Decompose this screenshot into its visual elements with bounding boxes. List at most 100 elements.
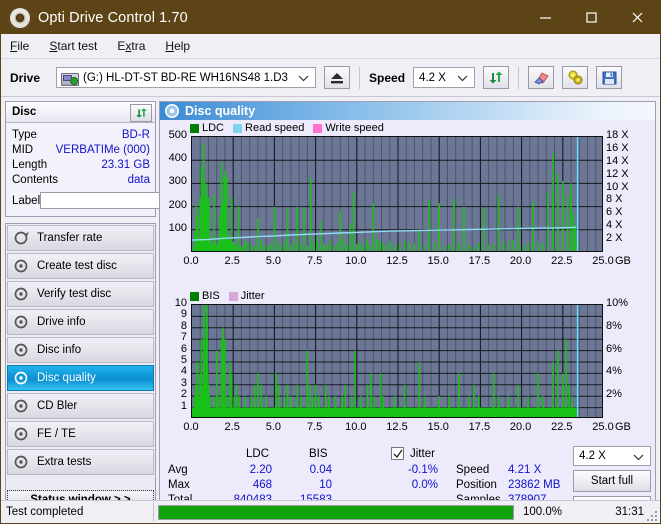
sidebar-item-cd-bler[interactable]: CD Bler [7,393,154,419]
jitter-value-2: 0.0% [400,479,438,491]
sidebar-item-label: Disc quality [37,372,96,384]
menu-extra[interactable]: Extra [117,39,145,53]
sidebar-item-label: FE / TE [37,428,76,440]
x-axis-tick: 17.5 [463,421,495,433]
right-axis-tick: 8 X [606,193,623,205]
disc-refresh-button[interactable] [130,104,152,122]
minimize-button[interactable] [522,1,568,34]
sidebar-item-verify-test-disc[interactable]: Verify test disc [7,281,154,307]
maximize-button[interactable] [568,1,614,34]
right-axis-tick: 8% [606,320,622,332]
speed-label: Speed [369,71,405,85]
disc-write-icon [14,259,30,273]
stats-avg-ldc: 2.20 [240,464,272,476]
jitter-checkbox[interactable] [391,447,404,460]
disc-test-icon [14,231,30,245]
sidebar-item-fe-te[interactable]: FE / TE [7,421,154,447]
disc-panel-title: Disc [12,106,36,118]
ldc-plot-area[interactable] [191,136,603,252]
panel-title: Disc quality [185,104,255,118]
sidebar-item-label: Transfer rate [37,232,102,244]
nav-spacer [7,477,154,488]
speed-select[interactable]: 4.2 X [413,67,475,88]
disc-label-row: Label [12,190,150,211]
menu-file[interactable]: FFileile [10,39,29,53]
speed-select-value: 4.2 X [419,72,446,84]
legend-swatch [190,124,199,133]
stats-header-bis: BIS [309,448,328,460]
x-axis-tick: 17.5 [463,255,495,267]
menu-help[interactable]: Help [165,39,190,53]
x-axis-tick: 22.5 [546,255,578,267]
resize-grip[interactable] [645,509,657,521]
sidebar-item-extra-tests[interactable]: Extra tests [7,449,154,475]
start-full-button[interactable]: Start full [573,470,651,492]
x-axis-tick: 15.0 [422,255,454,267]
x-axis-tick: 12.5 [381,255,413,267]
drive-select[interactable]: (G:) HL-DT-ST BD-RE WH16NS48 1.D3 [56,67,316,88]
erase-button[interactable] [528,66,554,89]
right-axis-tick: 2% [606,388,622,400]
disc-panel-header: Disc [6,102,155,123]
disc-label-key: Label [12,195,40,207]
close-button[interactable] [614,1,660,34]
y-axis-tick: 2 [160,388,187,400]
y-axis-tick: 7 [160,331,187,343]
eject-button[interactable] [324,66,350,89]
sidebar-item-disc-quality[interactable]: Disc quality [7,365,154,391]
position-stat-value: 23862 MB [508,479,560,491]
disc-info-icon [14,343,30,357]
tools-button[interactable] [562,66,588,89]
disc-row-contents: Contents data [12,172,150,187]
disc-row-type: Type BD-R [12,127,150,142]
sidebar-item-disc-info[interactable]: Disc info [7,337,154,363]
test-speed-select[interactable]: 4.2 X [573,446,651,466]
chevron-down-icon [633,452,644,464]
x-axis-tick: 7.5 [299,421,331,433]
bis-plot-area[interactable] [191,304,603,418]
cd-bler-icon [14,399,30,413]
right-axis-tick: 6% [606,343,622,355]
window-buttons [522,1,660,34]
disc-row-value: BD-R [122,129,150,141]
refresh-button[interactable] [483,66,509,89]
save-button[interactable] [596,66,622,89]
progress-bar [158,505,514,520]
disc-verify-icon [14,287,30,301]
stats-header-ldc: LDC [246,448,269,460]
menu-bar: FFileile Start test Extra Help [1,34,660,59]
stats-row-label-avg: Avg [168,464,188,476]
y-axis-tick: 400 [160,152,187,164]
legend-swatch [190,292,199,301]
sidebar-item-drive-info[interactable]: Drive info [7,309,154,335]
sidebar-item-transfer-rate[interactable]: Transfer rate [7,225,154,251]
legend-swatch [313,124,322,133]
sidebar-item-create-test-disc[interactable]: Create test disc [7,253,154,279]
y-axis-tick: 6 [160,343,187,355]
right-axis-tick: 12 X [606,168,629,180]
right-axis-tick: 4 X [606,219,623,231]
right-axis-tick: 2 X [606,232,623,244]
sidebar-item-label: Drive info [37,316,86,328]
x-axis-tick: 2.5 [216,421,248,433]
stats-row-label-max: Max [168,479,190,491]
progress-fill [159,506,513,519]
nav-list: Transfer rate Create test disc Verify te… [5,223,156,512]
x-axis-tick: 12.5 [381,421,413,433]
disc-quality-panel: Disc quality LDCRead speedWrite speed 10… [159,101,656,501]
x-axis-unit-label: GB [615,255,631,267]
x-axis-tick: 2.5 [216,255,248,267]
x-axis-tick: 20.0 [505,421,537,433]
right-axis-tick: 10 X [606,181,629,193]
disc-icon [9,7,31,29]
x-axis-tick: 7.5 [299,255,331,267]
menu-start-test[interactable]: Start test [49,39,97,53]
x-axis-tick: 10.0 [340,421,372,433]
toolbar-divider [359,67,360,89]
drive-select-value: (G:) HL-DT-ST BD-RE WH16NS48 1.D3 [83,72,288,84]
y-axis-tick: 200 [160,199,187,211]
drive-bar: Drive (G:) HL-DT-ST BD-RE WH16NS48 1.D3 … [1,59,660,97]
disc-row-value: data [128,174,150,186]
drive-label: Drive [10,71,40,85]
jitter-value-1: -0.1% [400,464,438,476]
